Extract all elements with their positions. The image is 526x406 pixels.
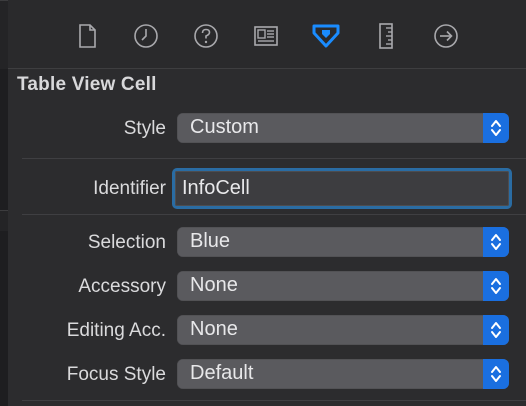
chevron-updown-icon (483, 359, 509, 389)
accessory-label: Accessory (78, 276, 166, 297)
size-inspector-tab[interactable] (368, 18, 404, 54)
style-popup-value: Custom (190, 116, 259, 138)
editing-accessory-popup[interactable]: None (177, 315, 509, 345)
accessory-popup-value: None (190, 274, 238, 296)
file-inspector-tab[interactable] (69, 18, 105, 54)
focus-style-label: Focus Style (66, 364, 166, 385)
editing-accessory-popup-value: None (190, 318, 238, 340)
quick-help-tab[interactable] (188, 18, 224, 54)
selection-popup-value: Blue (190, 230, 231, 252)
identifier-field-focus-ring (172, 168, 512, 209)
style-popup[interactable]: Custom (177, 113, 509, 143)
history-inspector-tab[interactable] (128, 18, 164, 54)
selection-popup[interactable]: Blue (177, 227, 509, 257)
left-strip-segment (0, 0, 8, 69)
left-edge-strip (0, 0, 8, 406)
focus-style-popup-value: Default (190, 362, 254, 384)
attributes-inspector-tab[interactable] (308, 18, 344, 54)
accessory-popup[interactable]: None (177, 271, 509, 301)
identifier-field[interactable] (175, 171, 509, 206)
chevron-updown-icon (483, 315, 509, 345)
chevron-updown-icon (483, 113, 509, 143)
separator (22, 400, 526, 401)
file-icon (79, 24, 96, 48)
selection-label: Selection (87, 232, 166, 253)
style-label: Style (123, 118, 166, 139)
section-title: Table View Cell (17, 74, 157, 95)
attributes-icon (312, 24, 340, 48)
separator (22, 158, 526, 159)
chevron-updown-icon (483, 227, 509, 257)
history-icon (134, 24, 158, 48)
size-ruler-icon (379, 23, 393, 49)
help-icon (194, 24, 218, 48)
identifier-label: Identifier (93, 178, 166, 199)
inspector-toolbar (8, 0, 526, 69)
identity-icon (254, 26, 278, 46)
chevron-updown-icon (483, 271, 509, 301)
identity-inspector-tab[interactable] (248, 18, 284, 54)
focus-style-popup[interactable]: Default (177, 359, 509, 389)
left-strip-segment (0, 210, 8, 231)
connections-icon (434, 24, 458, 48)
attributes-inspector-panel: Table View Cell Style Custom Identifier … (8, 69, 526, 406)
separator (22, 214, 526, 215)
connections-inspector-tab[interactable] (428, 18, 464, 54)
editing-accessory-label: Editing Acc. (66, 320, 166, 341)
